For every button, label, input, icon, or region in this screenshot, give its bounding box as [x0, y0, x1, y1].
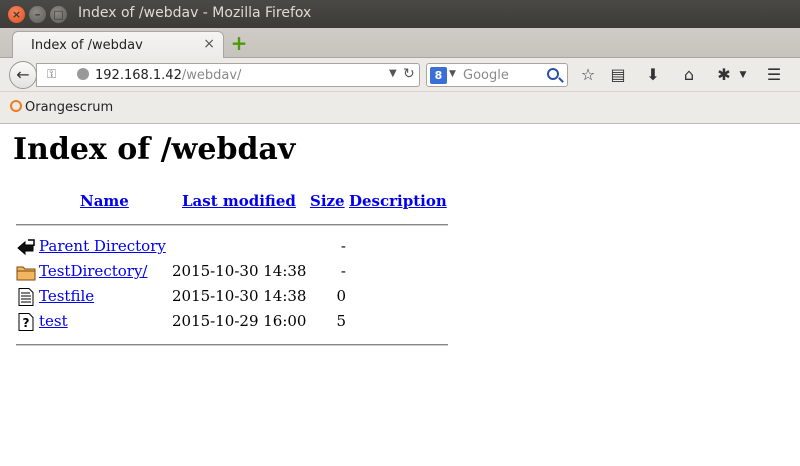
- header-divider: [16, 224, 448, 226]
- table-row: Testfile 2015-10-30 14:38 0: [0, 286, 460, 308]
- new-tab-button[interactable]: +: [230, 33, 248, 53]
- back-button[interactable]: ←: [9, 61, 37, 89]
- search-engine-dropdown-icon[interactable]: ▼: [449, 69, 456, 79]
- orangescrum-icon: [10, 100, 22, 112]
- footer-divider: [16, 344, 448, 346]
- star-icon[interactable]: ☆: [578, 65, 598, 85]
- url-host: 192.168.1.42: [95, 68, 182, 83]
- close-window-button[interactable]: ×: [8, 6, 25, 23]
- title-bar: × – □ Index of /webdav - Mozilla Firefox: [0, 0, 800, 28]
- file-modified: 2015-10-30 14:38: [172, 262, 307, 280]
- url-history-dropdown-icon[interactable]: ▼: [389, 68, 397, 79]
- navigation-bar: ⚿ 192.168.1.42/webdav/ ▼ ↻ ← 8 ▼ Google …: [0, 58, 800, 92]
- firefox-window: × – □ Index of /webdav - Mozilla Firefox…: [0, 0, 800, 466]
- tab-strip: Index of /webdav × +: [0, 28, 800, 59]
- window-title: Index of /webdav - Mozilla Firefox: [78, 5, 312, 21]
- url-text[interactable]: 192.168.1.42/webdav/: [95, 68, 241, 83]
- parent-directory-icon: [17, 239, 35, 256]
- column-header-size[interactable]: Size: [310, 192, 345, 210]
- addon-icon[interactable]: ✱: [714, 65, 734, 85]
- reading-list-icon[interactable]: ▤: [608, 65, 628, 85]
- file-size: -: [340, 237, 346, 255]
- search-bar[interactable]: 8 ▼ Google: [426, 63, 568, 87]
- menu-icon[interactable]: ☰: [764, 65, 784, 85]
- file-link[interactable]: Testfile: [39, 287, 94, 305]
- table-row: ? test 2015-10-29 16:00 5: [0, 311, 460, 333]
- tab-label: Index of /webdav: [31, 38, 143, 53]
- text-file-icon: [18, 288, 34, 306]
- unknown-file-icon: ?: [18, 313, 34, 331]
- file-size: 5: [336, 312, 346, 330]
- minimize-window-button[interactable]: –: [29, 6, 46, 23]
- reload-icon[interactable]: ↻: [403, 66, 415, 82]
- file-link[interactable]: test: [39, 312, 68, 330]
- bookmarks-toolbar: Orangescrum: [0, 92, 800, 124]
- file-modified: 2015-10-29 16:00: [172, 312, 307, 330]
- column-header-name[interactable]: Name: [80, 192, 129, 210]
- table-row: Parent Directory -: [0, 236, 460, 258]
- url-bar[interactable]: ⚿ 192.168.1.42/webdav/ ▼ ↻: [36, 63, 420, 87]
- column-header-last-modified[interactable]: Last modified: [182, 192, 296, 210]
- column-header-description[interactable]: Description: [349, 192, 447, 210]
- maximize-window-button[interactable]: □: [50, 6, 67, 23]
- file-link[interactable]: Parent Directory: [39, 237, 166, 255]
- file-modified: 2015-10-30 14:38: [172, 287, 307, 305]
- folder-icon: [16, 266, 36, 281]
- search-input[interactable]: Google: [463, 68, 509, 83]
- file-size: -: [340, 262, 346, 280]
- table-row: TestDirectory/ 2015-10-30 14:38 -: [0, 261, 460, 283]
- download-icon[interactable]: ⬇: [643, 65, 663, 85]
- search-icon[interactable]: [547, 68, 559, 80]
- home-icon[interactable]: ⌂: [679, 65, 699, 85]
- site-identity-icon[interactable]: ⚿: [47, 67, 56, 82]
- bookmark-orangescrum[interactable]: Orangescrum: [10, 100, 113, 115]
- file-size: 0: [336, 287, 346, 305]
- page-title: Index of /webdav: [13, 132, 296, 167]
- page-content: Index of /webdav Name Last modified Size…: [0, 124, 800, 466]
- globe-icon: [77, 68, 89, 80]
- url-path: /webdav/: [181, 68, 242, 83]
- close-tab-icon[interactable]: ×: [203, 36, 215, 52]
- tab-webdav[interactable]: Index of /webdav ×: [12, 31, 224, 59]
- file-link[interactable]: TestDirectory/: [39, 262, 147, 280]
- addon-dropdown-icon[interactable]: ▼: [733, 65, 753, 85]
- svg-text:?: ?: [23, 316, 30, 330]
- google-engine-icon[interactable]: 8: [430, 67, 447, 84]
- bookmark-label: Orangescrum: [25, 100, 114, 115]
